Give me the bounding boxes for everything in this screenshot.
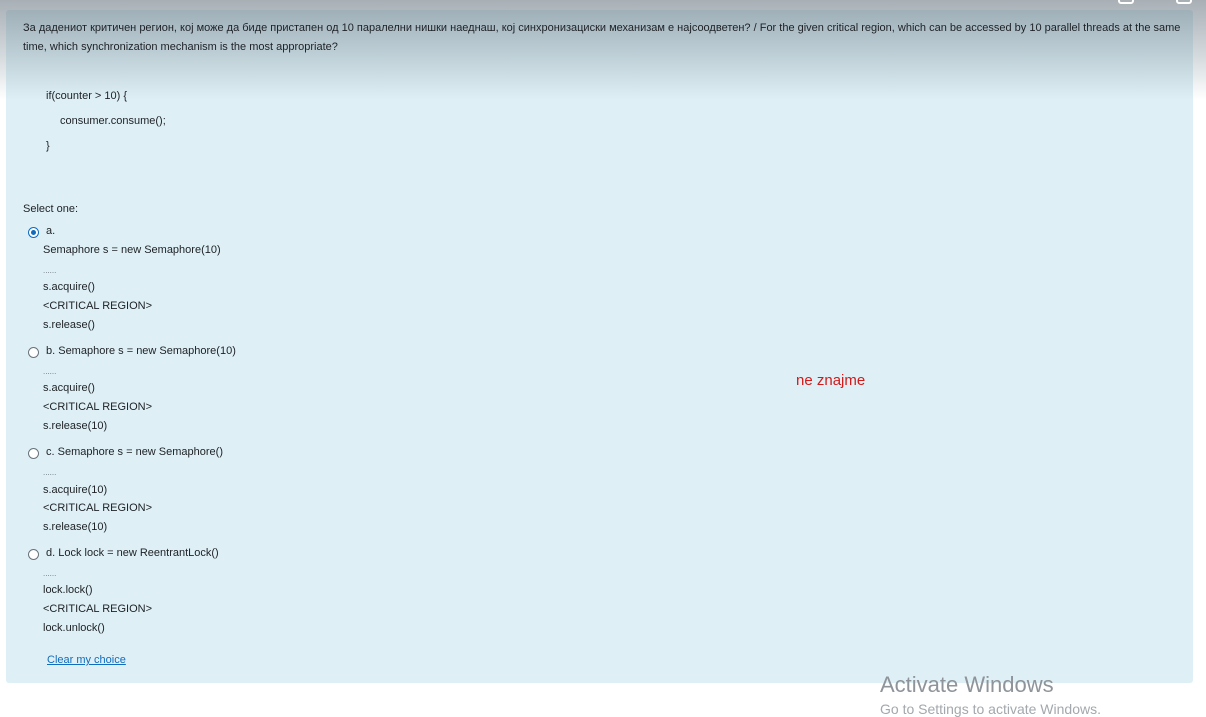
radio-option-a[interactable] [28, 227, 39, 238]
annotation-note: ne znajme [796, 372, 866, 389]
option-a-line: <CRITICAL REGION> [43, 300, 153, 312]
option-b-line: s.acquire() [43, 382, 95, 394]
code-line-1: if(counter > 10) { [46, 90, 128, 102]
option-c-first-line: c. Semaphore s = new Semaphore() [46, 446, 224, 458]
activate-windows-subtitle: Go to Settings to activate Windows. [880, 701, 1101, 717]
radio-option-d[interactable] [28, 549, 39, 560]
option-c-line: <CRITICAL REGION> [43, 502, 153, 514]
activate-windows-watermark: Activate Windows [880, 672, 1054, 697]
option-a-line: s.release() [43, 319, 95, 331]
code-line-3: } [46, 140, 50, 152]
option-c-dots: ...... [43, 468, 57, 477]
radio-option-b[interactable] [28, 347, 39, 358]
option-a-line: s.acquire() [43, 281, 95, 293]
option-d-line: <CRITICAL REGION> [43, 603, 153, 615]
question-text: За дадениот критичен регион, кој може да… [23, 22, 1181, 53]
option-a-dots: ...... [43, 266, 57, 275]
option-a-line: Semaphore s = new Semaphore(10) [43, 244, 221, 256]
option-b-first-line: b. Semaphore s = new Semaphore(10) [46, 345, 236, 357]
clear-my-choice-link[interactable]: Clear my choice [47, 654, 126, 666]
option-d-line: lock.unlock() [43, 622, 105, 634]
option-b-line: s.release(10) [43, 420, 108, 432]
option-d-line: lock.lock() [43, 584, 93, 596]
option-b-line: <CRITICAL REGION> [43, 401, 153, 413]
option-c-line: s.release(10) [43, 521, 108, 533]
option-d-first-line: d. Lock lock = new ReentrantLock() [46, 547, 219, 559]
radio-option-c[interactable] [28, 448, 39, 459]
option-c-line: s.acquire(10) [43, 484, 108, 496]
window-restore-icon[interactable] [1118, 0, 1134, 4]
option-a-first-line: a. [46, 225, 56, 237]
code-line-2: consumer.consume(); [60, 115, 166, 127]
option-b-dots: ...... [43, 367, 57, 376]
select-one-label: Select one: [23, 203, 79, 215]
option-d-dots: ...... [43, 569, 57, 578]
window-maximize-icon[interactable] [1176, 0, 1192, 4]
